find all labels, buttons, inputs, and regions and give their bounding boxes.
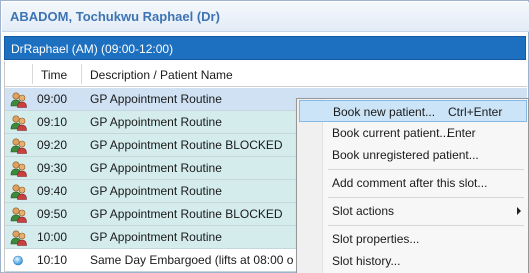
column-header-time[interactable]: Time <box>41 68 67 82</box>
slot-time: 09:50 <box>37 207 68 221</box>
menu-item-label: Book new patient... <box>333 105 436 119</box>
column-header-description[interactable]: Description / Patient Name <box>90 68 233 82</box>
slot-time: 09:20 <box>37 138 68 152</box>
menu-item-label: Slot properties... <box>332 232 420 246</box>
menu-item-shortcut: Ctrl+Enter <box>448 105 503 119</box>
blue-dot-icon <box>13 255 23 266</box>
menu-separator <box>328 169 524 170</box>
menu-item-slot-actions[interactable]: Slot actions <box>299 200 527 222</box>
column-divider[interactable] <box>32 64 33 84</box>
appointment-book-panel: ABADOM, Tochukwu Raphael (Dr) DrRaphael … <box>0 0 529 273</box>
patients-icon <box>10 161 27 177</box>
menu-item-shortcut: Enter <box>447 126 476 140</box>
slot-time: 10:10 <box>37 253 68 267</box>
slot-description: GP Appointment Routine <box>90 184 222 198</box>
slot-description: GP Appointment Routine <box>90 115 222 129</box>
menu-item-slot-properties[interactable]: Slot properties... <box>299 228 527 250</box>
slot-time: 09:00 <box>37 92 68 106</box>
menu-item-slot-history[interactable]: Slot history... <box>299 250 527 272</box>
menu-item-label: Book unregistered patient... <box>332 148 479 162</box>
session-bar[interactable]: DrRaphael (AM) (09:00-12:00) <box>4 36 526 60</box>
doctor-name: ABADOM, Tochukwu Raphael (Dr) <box>10 9 220 24</box>
submenu-arrow-icon <box>517 207 521 215</box>
slot-description: GP Appointment Routine BLOCKED <box>90 207 283 221</box>
slot-time: 10:00 <box>37 230 68 244</box>
session-title: DrRaphael (AM) (09:00-12:00) <box>11 42 174 56</box>
menu-separator <box>328 197 524 198</box>
doctor-header: ABADOM, Tochukwu Raphael (Dr) <box>2 2 529 32</box>
menu-item-label: Slot actions <box>332 204 395 218</box>
menu-item-label: Book current patient... <box>332 126 450 140</box>
grid-header: Time Description / Patient Name <box>5 61 527 87</box>
patients-icon <box>10 92 27 108</box>
menu-separator <box>328 225 524 226</box>
patients-icon <box>10 115 27 131</box>
patients-icon <box>10 230 27 246</box>
slot-time: 09:10 <box>37 115 68 129</box>
menu-item-add-comment[interactable]: Add comment after this slot... <box>299 172 527 194</box>
slot-description: GP Appointment Routine <box>90 92 222 106</box>
slot-description: GP Appointment Routine BLOCKED <box>90 138 283 152</box>
column-divider[interactable] <box>81 64 82 84</box>
patients-icon <box>10 207 27 223</box>
menu-item-book-new-patient[interactable]: Book new patient... Ctrl+Enter <box>299 100 527 122</box>
slot-description: Same Day Embargoed (lifts at 08:00 o <box>90 253 294 267</box>
patients-icon <box>10 184 27 200</box>
slot-description: GP Appointment Routine <box>90 230 222 244</box>
slot-context-menu: Book new patient... Ctrl+Enter Book curr… <box>296 98 529 273</box>
menu-item-label: Slot history... <box>332 254 401 268</box>
menu-item-book-unregistered-patient[interactable]: Book unregistered patient... <box>299 144 527 166</box>
slot-time: 09:30 <box>37 161 68 175</box>
slot-description: GP Appointment Routine <box>90 161 222 175</box>
slot-time: 09:40 <box>37 184 68 198</box>
patients-icon <box>10 138 27 154</box>
menu-item-label: Add comment after this slot... <box>332 176 488 190</box>
menu-item-book-current-patient[interactable]: Book current patient... Enter <box>299 122 527 144</box>
